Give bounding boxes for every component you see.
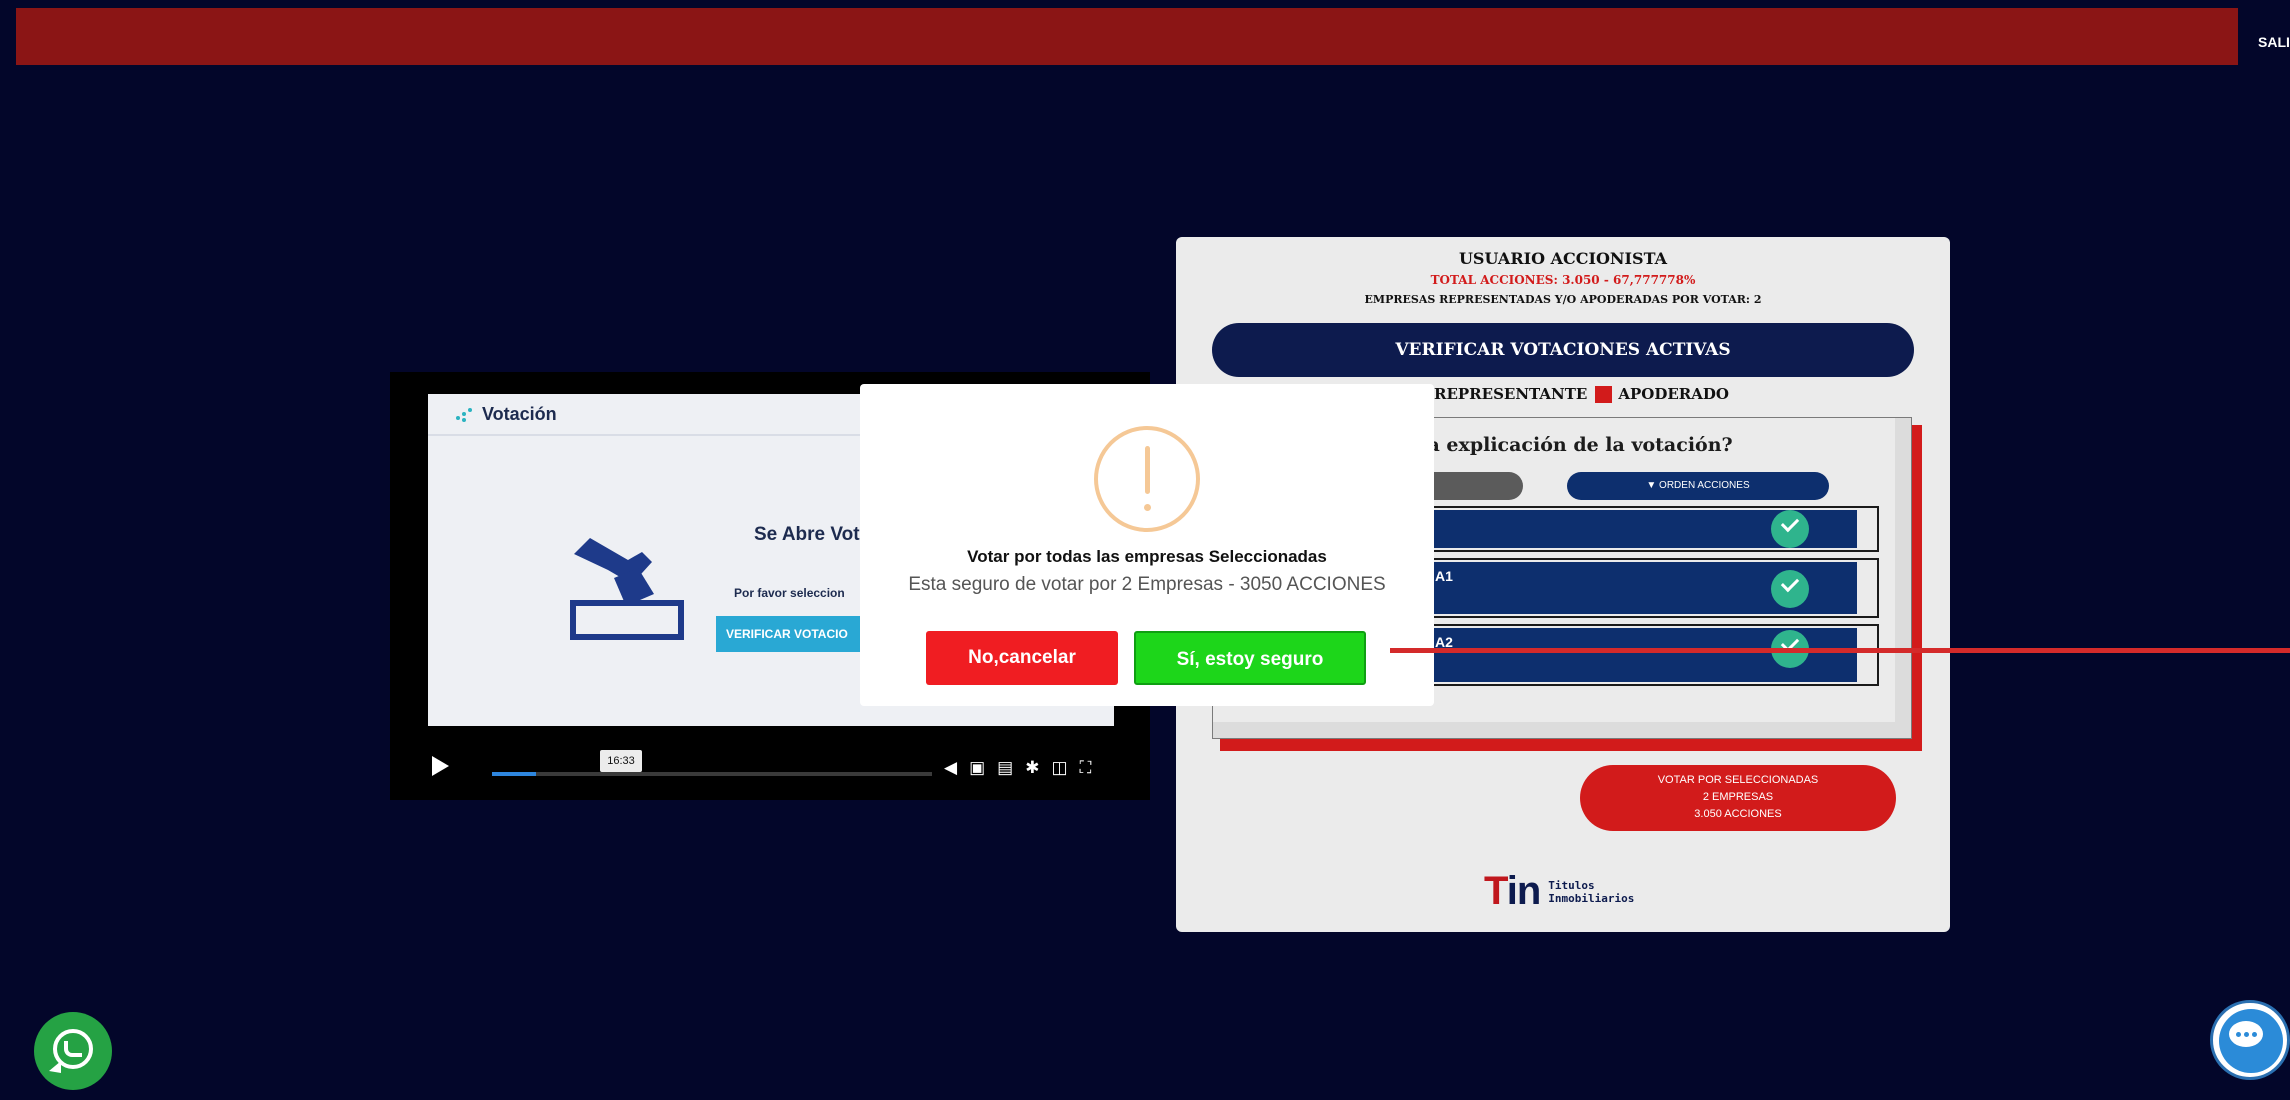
confirm-dialog: Votar por todas las empresas Seleccionad…: [860, 384, 1434, 706]
tin-logo: Tin Titulos Inmobiliarios: [1484, 869, 1634, 914]
empresas-count: EMPRESAS REPRESENTADAS Y/O APODERADAS PO…: [1364, 293, 1762, 306]
captions-icon[interactable]: ▣: [969, 758, 985, 778]
dialog-text: Esta seguro de votar por 2 Empresas - 30…: [908, 574, 1386, 595]
panel-title: USUARIO ACCIONISTA: [1458, 249, 1668, 268]
logo-text: Titulos Inmobiliarios: [1548, 878, 1635, 905]
video-progress-track[interactable]: 16:33: [492, 750, 932, 776]
play-icon[interactable]: [432, 756, 449, 776]
logo-mark: Tin: [1484, 869, 1541, 913]
vertical-scrollbar[interactable]: [1895, 418, 1911, 738]
check-icon[interactable]: [1771, 570, 1809, 608]
fullscreen-icon[interactable]: ⛶: [1080, 758, 1092, 778]
legend-representante: REPRESENTANTE: [1434, 385, 1588, 403]
video-subtext: Por favor seleccion: [734, 586, 845, 600]
dots-icon: [456, 406, 474, 422]
transcript-icon[interactable]: ▤: [997, 758, 1013, 778]
ballot-box-icon: [570, 538, 684, 640]
sort-acciones-label: ORDEN ACCIONES: [1659, 480, 1750, 491]
dialog-title: Votar por todas las empresas Seleccionad…: [967, 547, 1327, 566]
exit-button[interactable]: SALI: [2240, 8, 2290, 65]
legend: REPRESENTANTE APODERADO: [1434, 385, 1729, 403]
volume-icon[interactable]: ◀︎: [944, 758, 957, 778]
pip-icon[interactable]: ◫: [1051, 758, 1067, 778]
horizontal-scrollbar[interactable]: [1213, 722, 1895, 738]
warning-icon: [1094, 426, 1200, 532]
legend-apoderado: APODERADO: [1618, 385, 1729, 403]
whatsapp-icon[interactable]: [34, 1012, 112, 1090]
vote-line-1: VOTAR POR SELECCIONADAS: [1657, 774, 1819, 786]
vote-selected-button[interactable]: VOTAR POR SELECCIONADAS 2 EMPRESAS 3.050…: [1580, 765, 1896, 831]
video-heading: Se Abre Vota: [754, 524, 871, 545]
annotation-line: [1390, 648, 2290, 653]
company-row-label: A1: [1435, 568, 1453, 584]
chat-icon[interactable]: [2210, 1000, 2290, 1080]
confirm-button[interactable]: Sí, estoy seguro: [1134, 631, 1366, 685]
vote-line-2: 2 EMPRESAS: [1702, 791, 1774, 803]
player-icons: ◀︎ ▣ ▤ ✱ ◫ ⛶: [944, 758, 1091, 778]
sort-acciones-button[interactable]: ▼ ORDEN ACCIONES: [1567, 472, 1829, 500]
vote-line-3: 3.050 ACCIONES: [1694, 808, 1782, 820]
cancel-button[interactable]: No,cancelar: [926, 631, 1118, 685]
video-title: Votación: [482, 403, 557, 424]
settings-icon[interactable]: ✱: [1025, 758, 1039, 778]
total-acciones: TOTAL ACCIONES: 3.050 - 67,777778%: [1430, 273, 1696, 287]
time-tooltip: 16:33: [600, 750, 642, 772]
video-controls: 16:33 ◀︎ ▣ ▤ ✱ ◫ ⛶: [428, 748, 1114, 784]
verify-votes-button[interactable]: VERIFICAR VOTACIONES ACTIVAS: [1212, 323, 1914, 377]
video-progress-fill: [492, 772, 536, 776]
top-bar: [16, 8, 2238, 65]
check-icon[interactable]: [1771, 510, 1809, 548]
legend-apoderado-swatch: [1595, 385, 1613, 403]
